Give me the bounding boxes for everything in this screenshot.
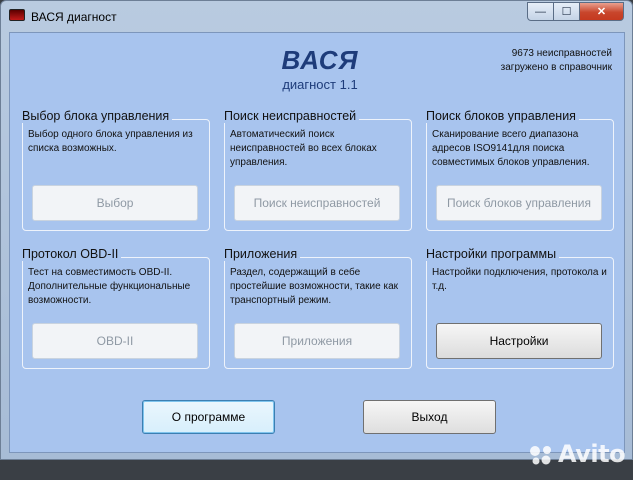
- group-description: Сканирование всего диапазона адресов ISO…: [432, 129, 590, 168]
- app-icon: [9, 9, 25, 21]
- group-description: Раздел, содержащий в себе простейшие воз…: [230, 267, 399, 306]
- minimize-button[interactable]: —: [527, 2, 554, 21]
- group-title: Протокол OBD-II: [22, 247, 122, 261]
- exit-button[interactable]: Выход: [363, 400, 496, 434]
- group-obd2: Протокол OBD-II Тест на совместимость OB…: [22, 247, 210, 369]
- logo-title: ВАСЯ: [281, 45, 359, 75]
- title-bar[interactable]: ВАСЯ диагност — ☐ ✕: [1, 1, 632, 31]
- maximize-button[interactable]: ☐: [553, 2, 580, 21]
- group-title: Поиск блоков управления: [426, 109, 579, 123]
- about-button[interactable]: О программе: [142, 400, 275, 434]
- group-description: Настройки подключения, протокола и т.д.: [432, 267, 607, 292]
- group-title: Приложения: [224, 247, 301, 261]
- group-description: Тест на совместимость OBD-II. Дополнител…: [28, 267, 191, 306]
- group-settings: Настройки программы Настройки подключени…: [426, 247, 614, 369]
- database-info: 9673 неисправностей загружено в справочн…: [501, 47, 612, 75]
- db-info-label: загружено в справочник: [500, 62, 612, 73]
- avito-logo-icon: [530, 446, 551, 465]
- client-area: ВАСЯ диагност 1.1 9673 неисправностей за…: [9, 32, 625, 453]
- group-title: Настройки программы: [426, 247, 560, 261]
- obd2-button[interactable]: OBD-II: [32, 323, 198, 359]
- group-fault-search: Поиск неисправностей Автоматический поис…: [224, 109, 412, 231]
- settings-button[interactable]: Настройки: [436, 323, 602, 359]
- main-window: ВАСЯ диагност — ☐ ✕ ВАСЯ диагност 1.1 96…: [0, 0, 633, 460]
- group-applications: Приложения Раздел, содержащий в себе про…: [224, 247, 412, 369]
- group-select-unit: Выбор блока управления Выбор одного блок…: [22, 109, 210, 231]
- select-unit-button[interactable]: Выбор: [32, 185, 198, 221]
- app-logo: ВАСЯ диагност 1.1: [270, 45, 370, 92]
- avito-watermark: Avito: [558, 440, 626, 468]
- fault-search-button[interactable]: Поиск неисправностей: [234, 185, 400, 221]
- applications-button[interactable]: Приложения: [234, 323, 400, 359]
- unit-search-button[interactable]: Поиск блоков управления: [436, 185, 602, 221]
- group-unit-search: Поиск блоков управления Сканирование все…: [426, 109, 614, 231]
- window-title: ВАСЯ диагност: [31, 10, 117, 24]
- group-description: Выбор одного блока управления из списка …: [28, 129, 193, 154]
- db-info-count: 9673 неисправностей: [511, 48, 612, 59]
- close-button[interactable]: ✕: [579, 2, 624, 21]
- group-title: Выбор блока управления: [22, 109, 173, 123]
- logo-subtitle: диагност 1.1: [282, 77, 358, 92]
- group-title: Поиск неисправностей: [224, 109, 360, 123]
- group-description: Автоматический поиск неисправностей во в…: [230, 129, 377, 168]
